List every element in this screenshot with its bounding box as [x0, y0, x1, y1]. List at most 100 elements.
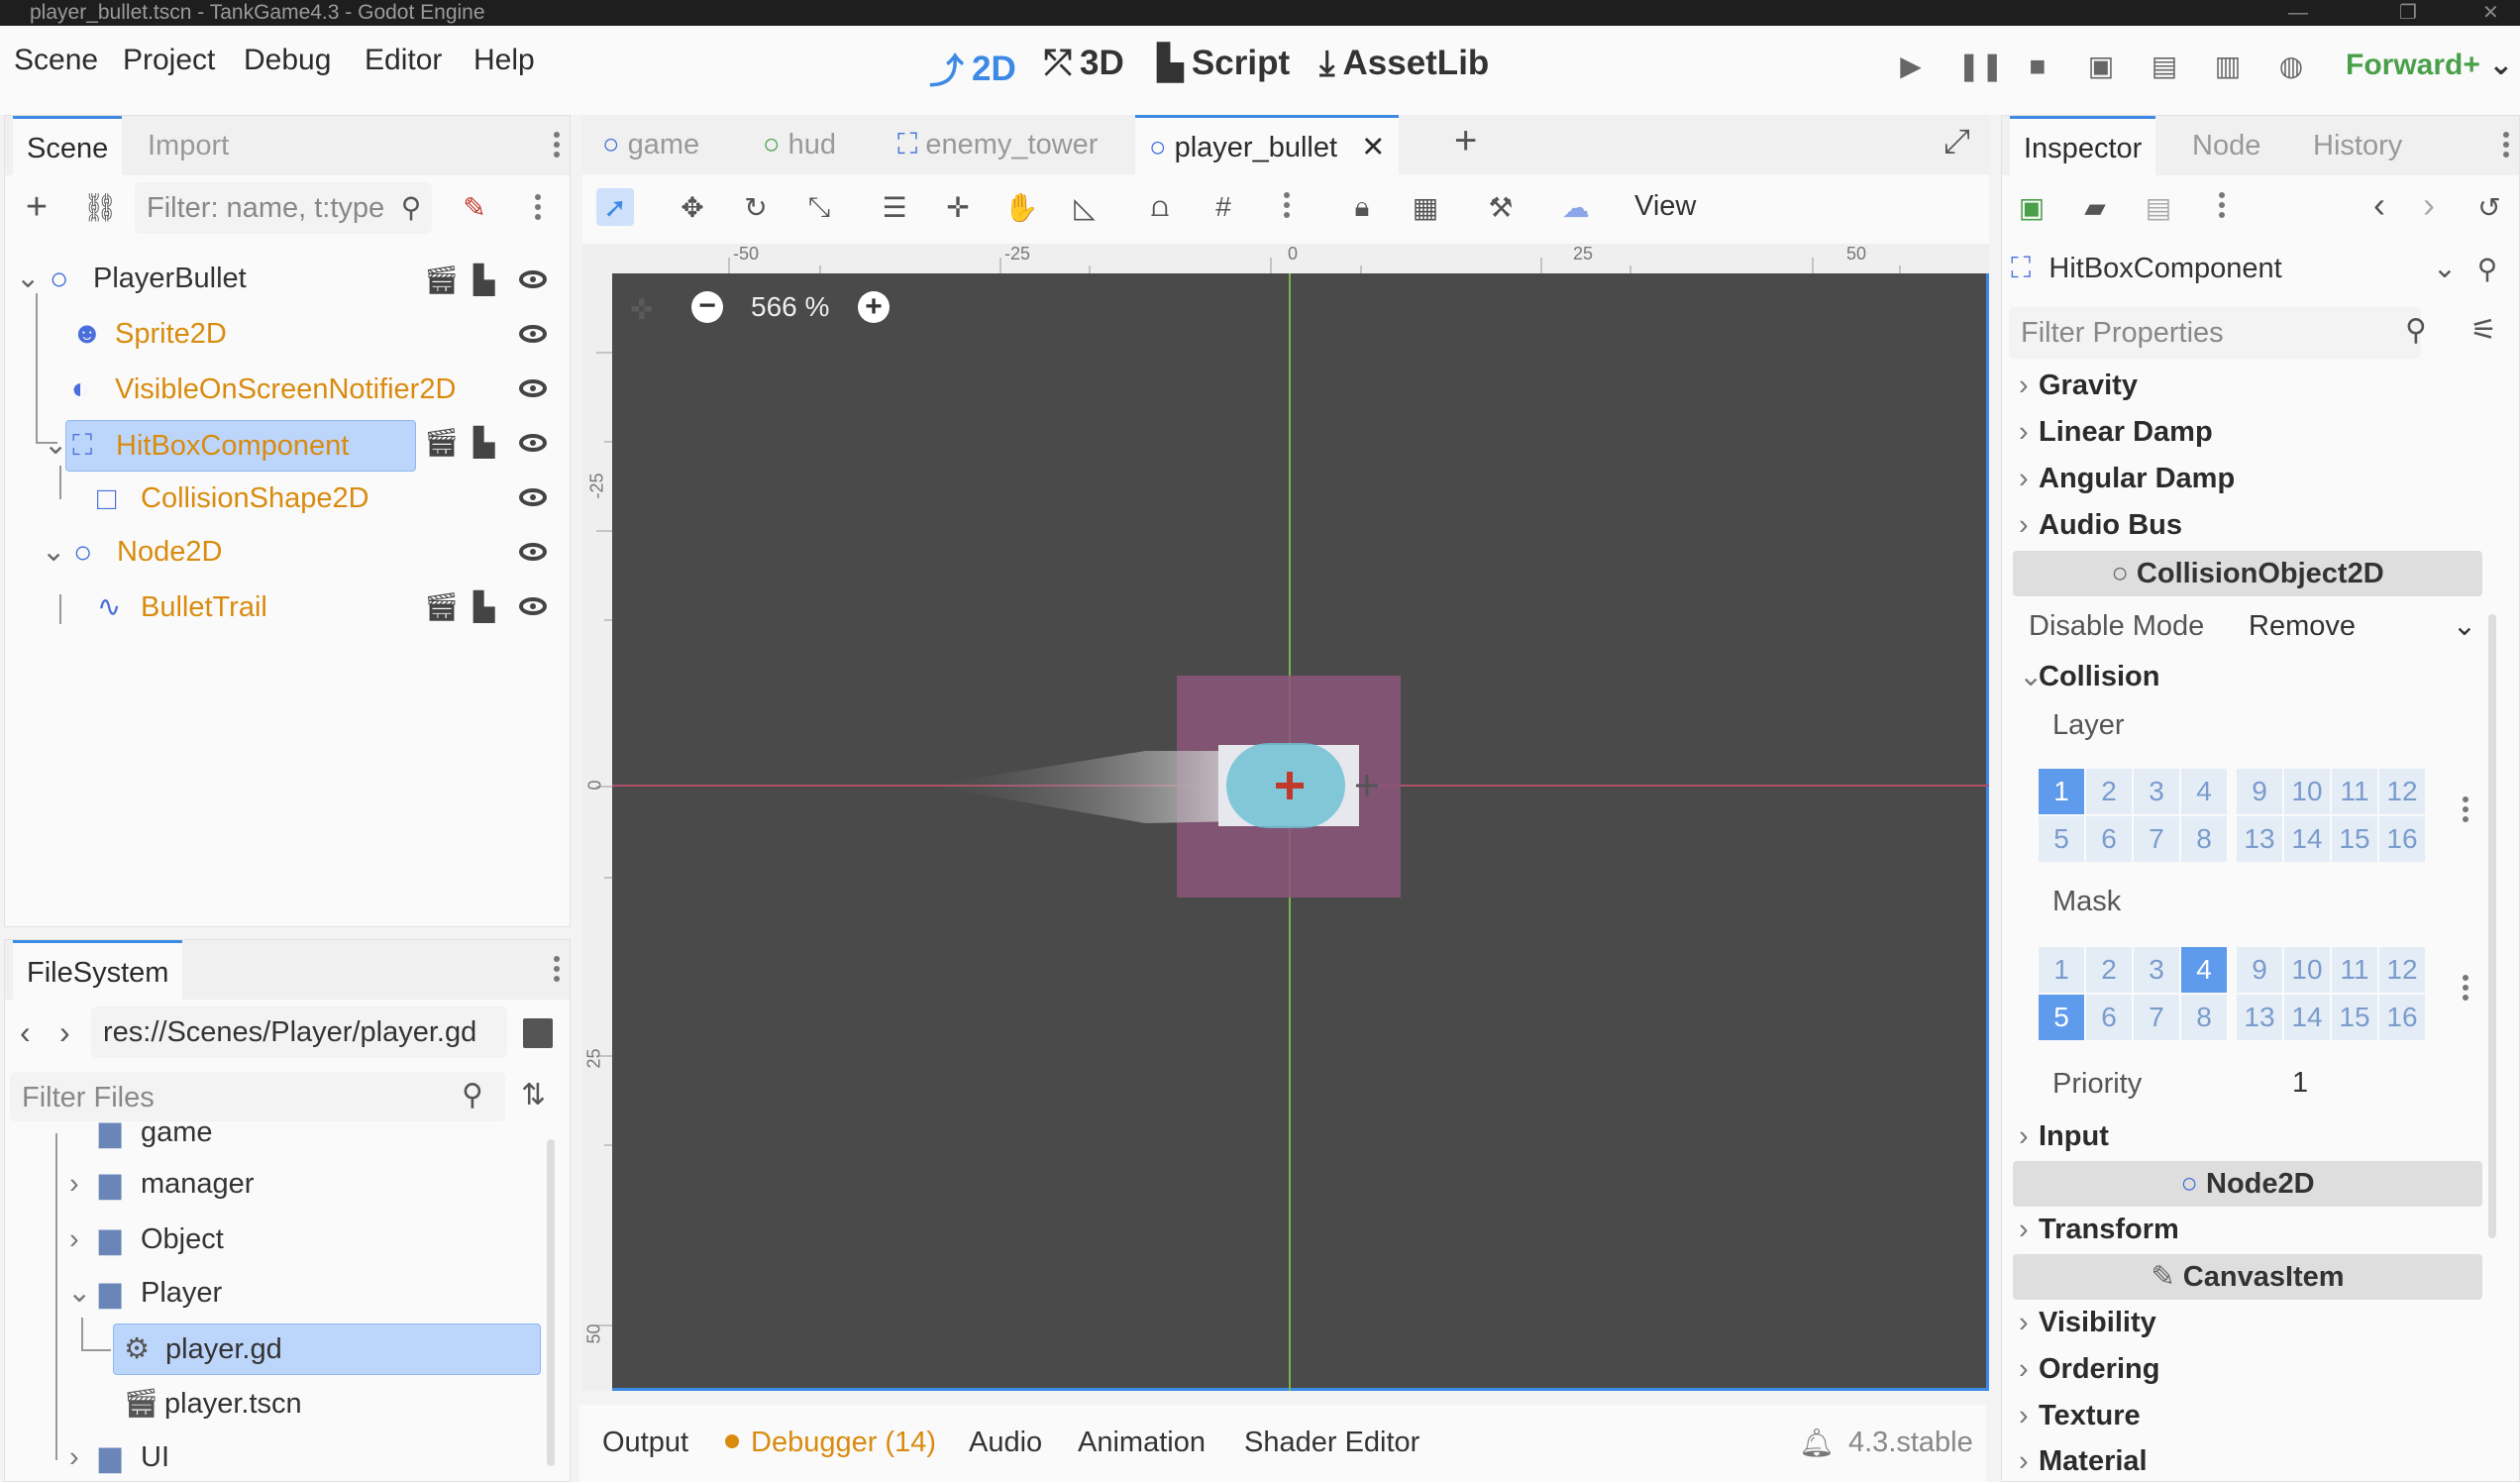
movie-maker-icon[interactable]: ◍: [2274, 50, 2308, 83]
visibility-eye-icon[interactable]: [519, 374, 549, 404]
mask-bit-16[interactable]: 16: [2379, 995, 2425, 1040]
inspector-scrollbar[interactable]: [2488, 614, 2496, 1238]
tab-import[interactable]: Import: [134, 116, 243, 175]
pan-mode-icon[interactable]: ✋: [1002, 188, 1040, 226]
camera-override-icon[interactable]: ☁: [1557, 188, 1595, 226]
tab-history[interactable]: History: [2299, 116, 2416, 175]
mask-bit-9[interactable]: 9: [2237, 947, 2282, 993]
bone-icon[interactable]: ⚒: [1482, 188, 1520, 226]
script-icon[interactable]: ▙: [473, 590, 495, 623]
tab-node[interactable]: Node: [2178, 116, 2274, 175]
open-folder-icon[interactable]: ▰: [2076, 188, 2114, 226]
editor-tab-enemy-tower[interactable]: ⛶ enemy_tower: [884, 115, 1111, 174]
editor-tab-game[interactable]: ○ game: [588, 115, 713, 174]
visibility-eye-icon[interactable]: [519, 538, 549, 568]
file-row-ui[interactable]: › ▆ UI: [59, 1432, 535, 1478]
viewport-canvas[interactable]: [612, 273, 1989, 1391]
file-row-player-gd-selected[interactable]: ⚙ player.gd: [113, 1323, 541, 1375]
rotate-mode-icon[interactable]: ↻: [737, 188, 775, 226]
filter-properties-input[interactable]: Filter Properties: [2009, 307, 2421, 359]
instance-scene-icon[interactable]: ⛓: [81, 188, 119, 226]
select-mode-icon[interactable]: ➚: [596, 188, 634, 226]
play-scene-icon[interactable]: ▤: [2148, 50, 2181, 83]
mask-bit-13[interactable]: 13: [2237, 995, 2282, 1040]
section-angular-damp[interactable]: › Angular Damp: [2019, 456, 2486, 501]
mask-bit-8[interactable]: 8: [2181, 995, 2227, 1040]
save-icon[interactable]: ▤: [2140, 188, 2177, 226]
mask-bit-11[interactable]: 11: [2332, 947, 2377, 993]
menu-editor[interactable]: Editor: [365, 44, 442, 77]
file-row-player-tscn[interactable]: 🎬︎ player.tscn: [113, 1379, 539, 1429]
move-mode-icon[interactable]: ✥: [674, 188, 711, 226]
zoom-out-icon[interactable]: −: [691, 291, 723, 323]
object-history-icon[interactable]: ↺: [2470, 188, 2508, 226]
add-node-icon[interactable]: +: [18, 186, 55, 228]
menu-scene[interactable]: Scene: [14, 44, 98, 77]
tree-row-node2d[interactable]: ⌄ ○ Node2D: [16, 527, 571, 577]
bottom-tab-audio[interactable]: Audio: [969, 1427, 1042, 1459]
bottom-tab-output[interactable]: Output: [602, 1427, 688, 1459]
filesystem-menu-icon[interactable]: [554, 952, 562, 986]
minimize-icon[interactable]: —: [2288, 0, 2308, 26]
renderer-select[interactable]: Forward+ ⌄: [2346, 48, 2513, 82]
pause-icon[interactable]: ❚❚: [1957, 50, 2004, 83]
stop-icon[interactable]: ■: [2021, 50, 2054, 83]
clapper-icon[interactable]: 🎬︎: [424, 426, 460, 459]
file-row-game[interactable]: ▆ game: [59, 1108, 535, 1157]
layer-bit-12[interactable]: 12: [2379, 769, 2425, 814]
layer-bit-10[interactable]: 10: [2284, 769, 2330, 814]
layer-bit-9[interactable]: 9: [2237, 769, 2282, 814]
visibility-eye-icon[interactable]: [519, 592, 549, 622]
layer-bit-6[interactable]: 6: [2086, 816, 2132, 862]
layer-bit-2[interactable]: 2: [2086, 769, 2132, 814]
visibility-eye-icon[interactable]: [519, 483, 549, 513]
group-icon[interactable]: ▦: [1407, 188, 1444, 226]
tree-row-sprite2d[interactable]: ☻ Sprite2D: [16, 309, 571, 359]
chevron-down-icon[interactable]: ⌄: [16, 254, 40, 303]
layer-bit-14[interactable]: 14: [2284, 816, 2330, 862]
section-ordering[interactable]: › Ordering: [2019, 1346, 2486, 1392]
layer-bit-4[interactable]: 4: [2181, 769, 2227, 814]
node-doc-icon[interactable]: ⚲: [2468, 250, 2506, 287]
layer-bit-1[interactable]: 1: [2039, 769, 2084, 814]
tree-row-notifier[interactable]: ◐ VisibleOnScreenNotifier2D: [16, 365, 571, 414]
mask-bit-7[interactable]: 7: [2134, 995, 2179, 1040]
ruler-mode-icon[interactable]: ◺: [1066, 188, 1103, 226]
file-row-player[interactable]: ⌄ ▆ Player: [59, 1268, 535, 1318]
visibility-eye-icon[interactable]: [519, 320, 549, 350]
mask-bit-15[interactable]: 15: [2332, 995, 2377, 1040]
pivot-icon[interactable]: ✛: [939, 188, 977, 226]
clapper-icon[interactable]: 🎬︎: [424, 264, 460, 296]
mask-bit-14[interactable]: 14: [2284, 995, 2330, 1040]
section-gravity[interactable]: › Gravity: [2019, 363, 2486, 408]
scale-mode-icon[interactable]: ⤡: [800, 188, 838, 226]
zoom-in-icon[interactable]: +: [858, 291, 890, 323]
section-input[interactable]: › Input: [2019, 1113, 2486, 1159]
zoom-level[interactable]: 566 %: [751, 291, 829, 323]
visibility-eye-icon[interactable]: [519, 429, 549, 459]
section-transform[interactable]: › Transform: [2019, 1207, 2486, 1252]
lock-icon[interactable]: 🔒︎: [1343, 188, 1381, 226]
tab-scene[interactable]: Scene: [13, 116, 123, 175]
layer-bit-8[interactable]: 8: [2181, 816, 2227, 862]
scene-filter-input[interactable]: Filter: name, t:type: [135, 182, 432, 234]
mask-bit-10[interactable]: 10: [2284, 947, 2330, 993]
new-resource-icon[interactable]: ▣: [2013, 188, 2050, 226]
menu-debug[interactable]: Debug: [244, 44, 331, 77]
menu-help[interactable]: Help: [473, 44, 535, 77]
section-texture[interactable]: › Texture: [2019, 1393, 2486, 1438]
layer-bit-11[interactable]: 11: [2332, 769, 2377, 814]
mask-bit-5[interactable]: 5: [2039, 995, 2084, 1040]
list-select-icon[interactable]: ☰: [876, 188, 913, 226]
section-collision[interactable]: ⌄Collision: [2019, 654, 2486, 699]
workspace-3d-button[interactable]: ⤱ 3D: [1044, 44, 1124, 83]
layer-bit-7[interactable]: 7: [2134, 816, 2179, 862]
maximize-icon[interactable]: ❐: [2399, 0, 2417, 26]
layer-bit-13[interactable]: 13: [2237, 816, 2282, 862]
script-icon[interactable]: ▙: [473, 264, 495, 296]
disable-mode-select[interactable]: Remove ⌄: [2249, 602, 2482, 650]
bottom-tab-animation[interactable]: Animation: [1078, 1427, 1206, 1459]
clapper-icon[interactable]: 🎬︎: [424, 590, 460, 623]
chevron-down-icon[interactable]: ⌄: [67, 1268, 91, 1318]
mask-bit-6[interactable]: 6: [2086, 995, 2132, 1040]
